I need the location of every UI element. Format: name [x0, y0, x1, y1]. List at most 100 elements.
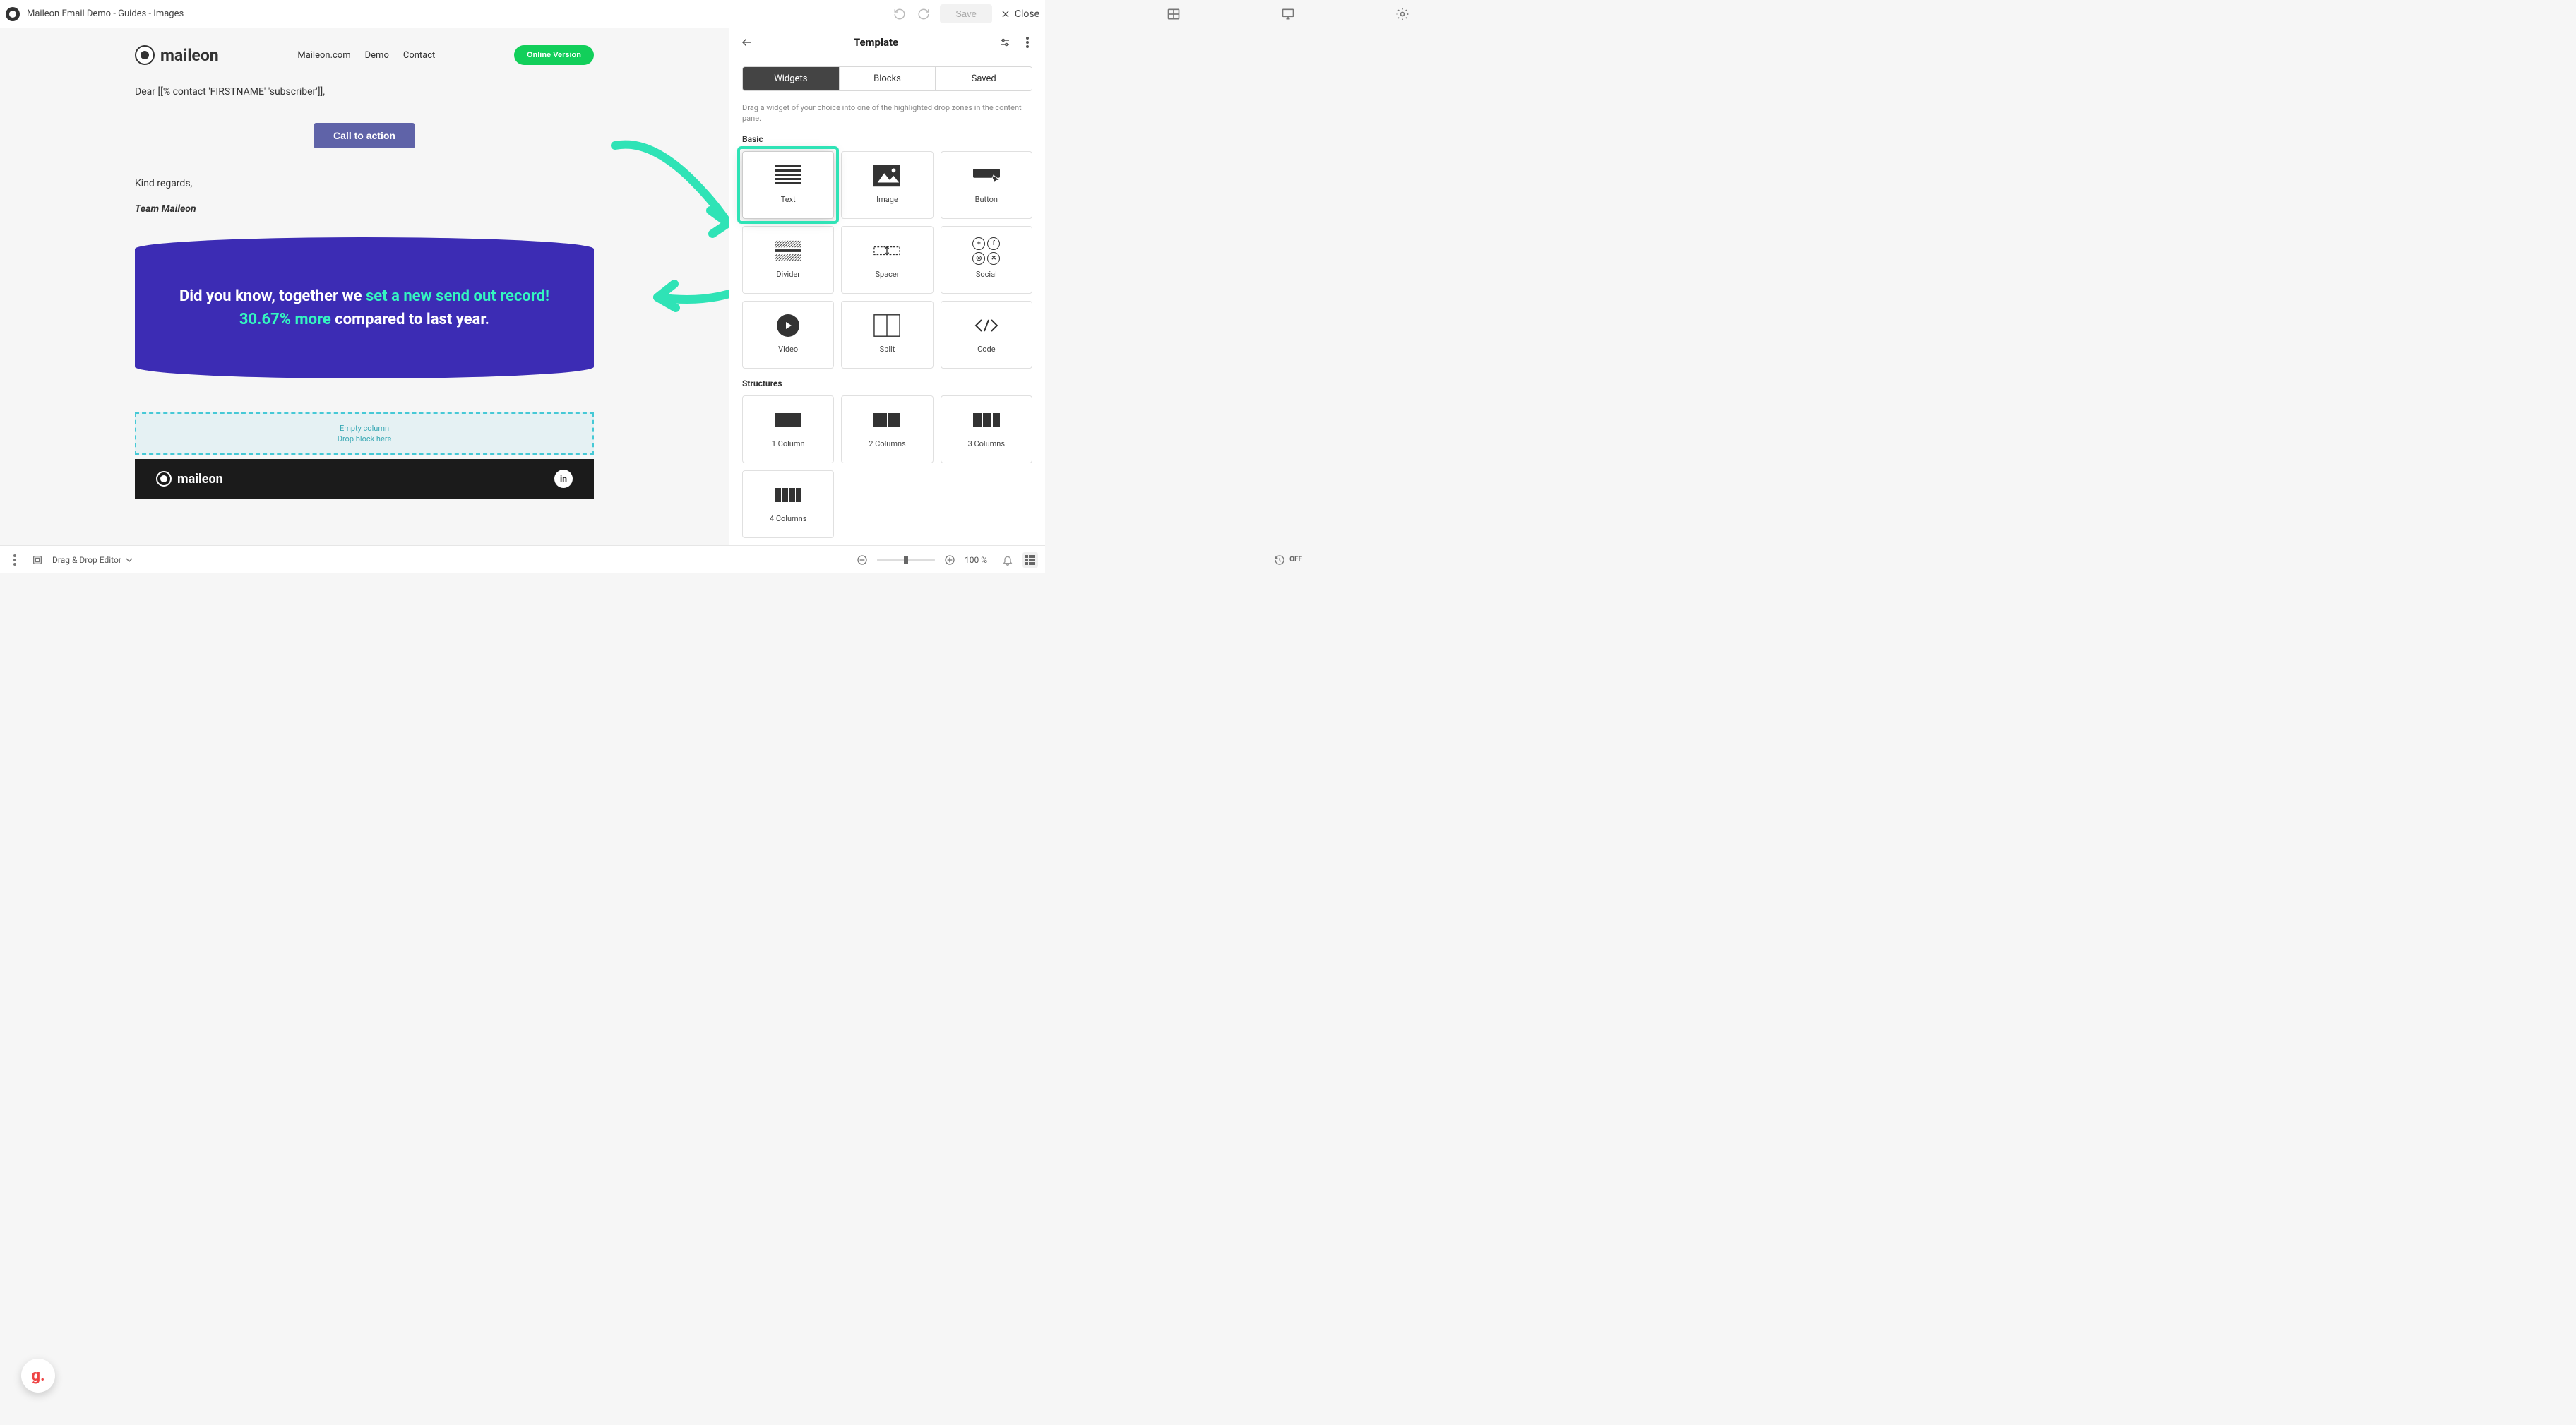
nav-link-site[interactable]: Maileon.com — [297, 50, 350, 61]
split-widget-icon — [873, 315, 900, 336]
structure-2col[interactable]: 2 Columns — [841, 395, 933, 463]
bottombar: Drag & Drop Editor OFF 100 % — [0, 545, 1045, 573]
team-signature[interactable]: Team Maileon — [135, 203, 594, 215]
brand-name: maileon — [160, 46, 219, 65]
layout-icon[interactable] — [1166, 6, 1181, 22]
button-widget-icon — [973, 165, 1000, 186]
nav-link-demo[interactable]: Demo — [365, 50, 389, 61]
widget-split[interactable]: Split — [841, 301, 933, 369]
save-button[interactable]: Save — [940, 4, 992, 23]
widget-code[interactable]: Code — [941, 301, 1032, 369]
topbar: Maileon Email Demo - Guides - Images Sav… — [0, 0, 1045, 28]
undo-icon[interactable] — [892, 6, 907, 22]
panel-title: Template — [762, 36, 990, 49]
col4-icon — [775, 484, 801, 506]
settings-gear-icon[interactable] — [1395, 6, 1410, 22]
zoom-percent: 100 % — [965, 555, 993, 565]
linkedin-icon[interactable]: in — [554, 470, 573, 488]
tab-saved[interactable]: Saved — [935, 67, 1032, 90]
widget-text[interactable]: Text — [742, 151, 834, 219]
cta-button[interactable]: Call to action — [314, 123, 415, 148]
device-preview-switch — [1166, 6, 1410, 22]
widget-label: Spacer — [875, 270, 899, 279]
footer-logo-icon — [156, 471, 172, 487]
email-footer[interactable]: maileon in — [135, 459, 594, 499]
widget-image[interactable]: Image — [841, 151, 933, 219]
bottombar-more-icon[interactable] — [7, 552, 23, 568]
image-widget-icon — [873, 165, 900, 186]
col2-icon — [873, 410, 900, 431]
panel-tabs: Widgets Blocks Saved — [742, 66, 1032, 91]
regards-text[interactable]: Kind regards, — [135, 178, 594, 189]
annotation-arrow-1 — [608, 131, 729, 266]
panel-sliders-icon[interactable] — [997, 35, 1013, 50]
template-panel: Template Widgets Blocks Saved Drag a wid… — [729, 28, 1045, 545]
hero-banner[interactable]: Did you know, together we set a new send… — [135, 237, 594, 378]
widget-video[interactable]: Video — [742, 301, 834, 369]
divider-widget-icon — [775, 240, 801, 261]
panel-more-icon[interactable] — [1020, 35, 1035, 50]
col1-icon — [775, 410, 801, 431]
widget-label: Social — [976, 270, 997, 279]
annotation-arrow-2 — [629, 258, 729, 315]
structure-1col[interactable]: 1 Column — [742, 395, 834, 463]
app-logo-icon — [6, 7, 20, 21]
widget-label: Split — [880, 345, 895, 354]
hero-text-1: Did you know, together we — [179, 287, 366, 305]
widget-label: 3 Columns — [968, 439, 1005, 448]
spacer-widget-icon — [873, 240, 900, 261]
greeting-text[interactable]: Dear [[% contact 'FIRSTNAME' 'subscriber… — [135, 83, 594, 123]
zoom-in-icon[interactable] — [942, 552, 958, 568]
editor-mode-dropdown[interactable]: Drag & Drop Editor — [52, 555, 133, 565]
widget-label: 4 Columns — [770, 514, 806, 523]
widget-social[interactable]: +f◎✕ Social — [941, 226, 1032, 294]
redo-icon[interactable] — [916, 6, 931, 22]
editor-mode-icon[interactable] — [30, 552, 45, 568]
section-structures-title: Structures — [729, 374, 1045, 395]
header-nav: Maileon.com Demo Contact — [297, 50, 435, 61]
help-badge[interactable]: g. — [21, 1359, 55, 1393]
widget-label: Text — [781, 195, 796, 204]
code-widget-icon — [973, 315, 1000, 336]
brand-logo-icon — [135, 45, 155, 65]
online-version-button[interactable]: Online Version — [514, 45, 594, 65]
widget-label: Code — [977, 345, 995, 354]
editor-mode-label: Drag & Drop Editor — [52, 555, 121, 565]
widget-label: Video — [778, 345, 798, 354]
structure-4col[interactable]: 4 Columns — [742, 470, 834, 538]
desktop-preview-icon[interactable] — [1280, 6, 1296, 22]
dropzone-title: Empty column — [136, 424, 592, 433]
grid-view-icon[interactable] — [1022, 552, 1038, 568]
autosave-indicator: OFF — [1274, 554, 1302, 566]
tab-blocks[interactable]: Blocks — [839, 67, 936, 90]
widget-divider[interactable]: Divider — [742, 226, 834, 294]
widget-spacer[interactable]: Spacer — [841, 226, 933, 294]
widget-button[interactable]: Button — [941, 151, 1032, 219]
zoom-out-icon[interactable] — [854, 552, 870, 568]
widget-label: Image — [876, 195, 898, 204]
nav-link-contact[interactable]: Contact — [403, 50, 435, 61]
dropzone-subtitle: Drop block here — [136, 434, 592, 443]
widget-label: 2 Columns — [869, 439, 905, 448]
text-widget-icon — [775, 165, 801, 186]
widget-label: Divider — [776, 270, 800, 279]
section-basic-title: Basic — [729, 130, 1045, 151]
hero-text-2: compared to last year. — [331, 311, 489, 328]
notifications-icon[interactable] — [1000, 552, 1015, 568]
tab-widgets[interactable]: Widgets — [743, 67, 839, 90]
social-widget-icon: +f◎✕ — [973, 240, 1000, 261]
helper-text: Drag a widget of your choice into one of… — [729, 91, 1045, 130]
structure-3col[interactable]: 3 Columns — [941, 395, 1032, 463]
widget-label: 1 Column — [772, 439, 805, 448]
canvas-area[interactable]: maileon Maileon.com Demo Contact Online … — [0, 28, 729, 545]
chevron-down-icon — [126, 556, 133, 564]
autosave-label: OFF — [1289, 556, 1302, 564]
close-button[interactable]: Close — [1001, 8, 1039, 20]
zoom-slider[interactable] — [877, 559, 935, 561]
brand-logo: maileon — [135, 45, 219, 65]
widget-label: Button — [975, 195, 998, 204]
panel-back-icon[interactable] — [739, 35, 755, 50]
empty-drop-zone[interactable]: Empty column Drop block here — [135, 412, 594, 455]
video-widget-icon — [775, 315, 801, 336]
history-icon — [1274, 554, 1285, 566]
